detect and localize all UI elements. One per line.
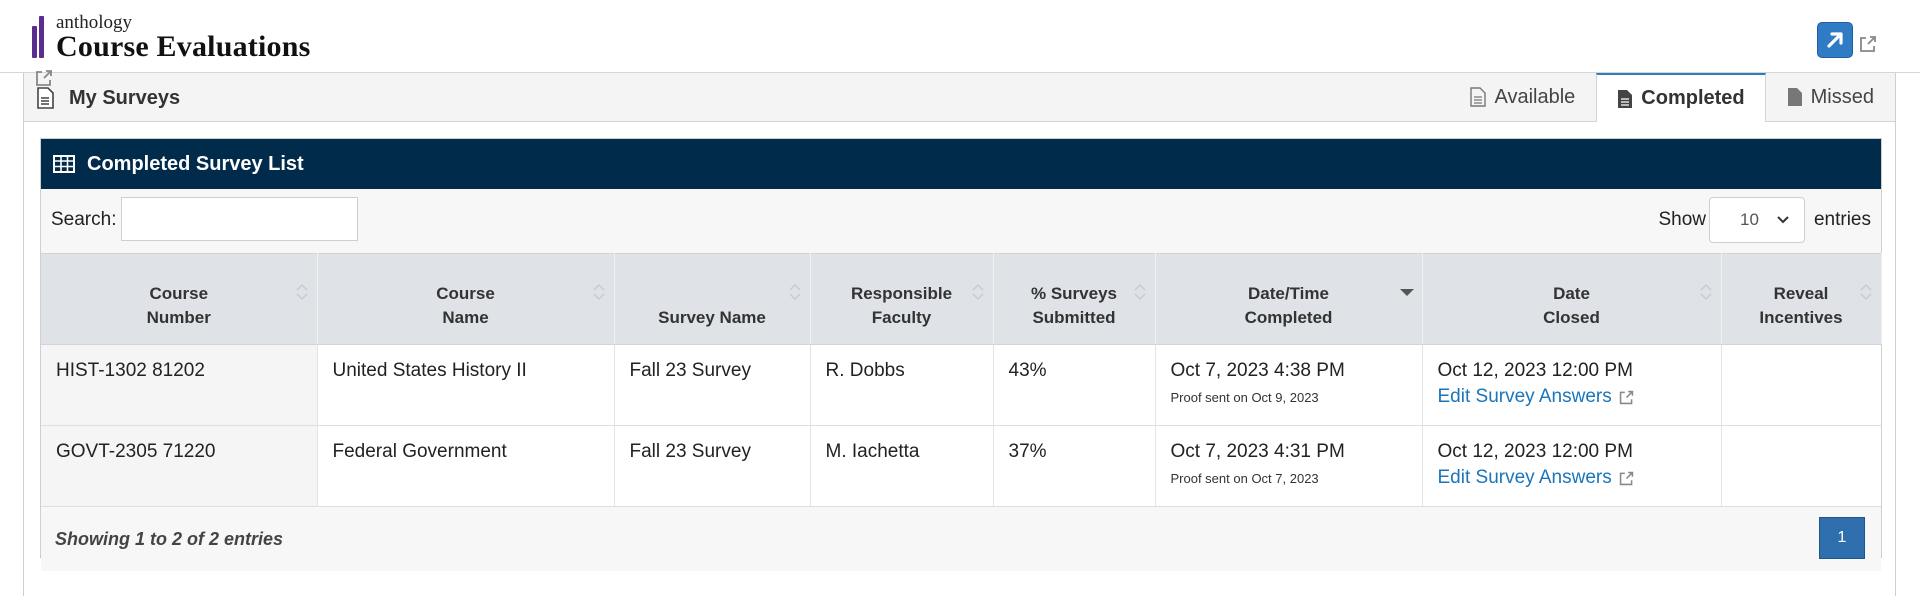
cell-percent: 43% xyxy=(993,344,1156,426)
document-solid-icon xyxy=(1787,88,1802,106)
tab-available[interactable]: Available xyxy=(1449,73,1596,121)
entries-label: entries xyxy=(1813,209,1871,230)
pagination-page-1[interactable]: 1 xyxy=(1819,517,1865,559)
cell-faculty: M. Iachetta xyxy=(810,425,994,507)
tab-completed-label: Completed xyxy=(1641,87,1745,109)
table-row: HIST-1302 81202 United States History II… xyxy=(41,344,1881,426)
cell-date-closed: Oct 12, 2023 12:00 PM Edit Survey Answer… xyxy=(1422,344,1722,426)
col-course-name[interactable]: Course Name xyxy=(317,253,615,345)
table-controls: Search: Show 10 entries xyxy=(41,189,1881,253)
table-row: GOVT-2305 71220 Federal Government Fall … xyxy=(41,425,1881,507)
col-date-completed[interactable]: Date/Time Completed xyxy=(1155,253,1423,345)
cell-date-completed: Oct 7, 2023 4:31 PM Proof sent on Oct 7,… xyxy=(1155,425,1423,507)
survey-tabs: Available Completed Missed xyxy=(1449,73,1895,122)
col-date-closed[interactable]: Date Closed xyxy=(1422,253,1722,345)
expand-button[interactable] xyxy=(1817,22,1853,58)
completed-datetime: Oct 7, 2023 4:31 PM xyxy=(1170,441,1345,462)
cell-date-completed: Oct 7, 2023 4:38 PM Proof sent on Oct 9,… xyxy=(1155,344,1423,426)
panel-header: My Surveys Available Completed Missed xyxy=(24,73,1895,122)
table-icon xyxy=(53,155,75,173)
external-link-icon[interactable] xyxy=(1858,34,1878,54)
cell-reveal-incentives xyxy=(1721,344,1881,426)
sort-icon xyxy=(1133,283,1146,301)
proof-sent-note: Proof sent on Oct 7, 2023 xyxy=(1170,471,1319,486)
external-link-icon[interactable] xyxy=(34,68,54,88)
tab-missed-label: Missed xyxy=(1810,85,1874,108)
entries-summary: Showing 1 to 2 of 2 entries xyxy=(55,529,284,549)
external-link-icon xyxy=(1619,471,1633,485)
cell-course-name: United States History II xyxy=(317,344,615,426)
cell-course-number: GOVT-2305 71220 xyxy=(41,425,318,507)
sort-icon xyxy=(1859,283,1872,301)
col-reveal-incentives[interactable]: Reveal Incentives xyxy=(1721,253,1882,345)
col-course-number[interactable]: Course Number xyxy=(41,253,318,345)
completed-survey-card: Completed Survey List Search: Show 10 en… xyxy=(40,138,1882,571)
document-icon xyxy=(37,87,54,109)
cell-percent: 37% xyxy=(993,425,1156,507)
tab-completed[interactable]: Completed xyxy=(1596,73,1766,122)
show-label: Show xyxy=(1658,209,1706,230)
card-title: Completed Survey List xyxy=(87,152,304,175)
search-input[interactable] xyxy=(121,197,358,241)
arrow-up-right-icon xyxy=(1827,32,1843,48)
sort-icon xyxy=(788,283,801,301)
survey-table: Course Number Course Name Survey Name Resp… xyxy=(41,253,1882,507)
document-solid-icon xyxy=(1618,89,1633,108)
sort-icon xyxy=(1699,283,1712,301)
sort-icon xyxy=(971,283,984,301)
sort-icon xyxy=(295,283,308,301)
col-survey-name[interactable]: Survey Name xyxy=(614,253,811,345)
proof-sent-note: Proof sent on Oct 9, 2023 xyxy=(1170,390,1319,405)
table-footer: Showing 1 to 2 of 2 entries 1 xyxy=(41,507,1881,571)
table-header-row: Course Number Course Name Survey Name Resp… xyxy=(41,253,1882,345)
closed-datetime: Oct 12, 2023 12:00 PM xyxy=(1437,441,1633,462)
chevron-down-icon xyxy=(1777,216,1789,224)
edit-survey-answers-link[interactable]: Edit Survey Answers xyxy=(1438,467,1635,489)
tab-missed[interactable]: Missed xyxy=(1766,73,1895,121)
search-label: Search: xyxy=(51,209,117,230)
closed-datetime: Oct 12, 2023 12:00 PM xyxy=(1437,360,1633,381)
sort-icon xyxy=(592,283,605,301)
col-percent-submitted[interactable]: % Surveys Submitted xyxy=(993,253,1156,345)
external-link-icon xyxy=(1619,390,1633,404)
page-size-select[interactable]: 10 xyxy=(1709,197,1805,243)
cell-survey-name: Fall 23 Survey xyxy=(614,425,811,507)
brand-product: Course Evaluations xyxy=(56,30,311,63)
top-bar: anthology Course Evaluations xyxy=(0,0,1920,73)
logo-bars-icon xyxy=(32,16,46,58)
cell-date-closed: Oct 12, 2023 12:00 PM Edit Survey Answer… xyxy=(1422,425,1722,507)
card-header: Completed Survey List xyxy=(41,139,1881,189)
my-surveys-panel: My Surveys Available Completed Missed Co… xyxy=(23,73,1896,596)
sort-desc-icon xyxy=(1399,289,1414,296)
col-responsible-faculty[interactable]: Responsible Faculty xyxy=(810,253,994,345)
document-outline-icon xyxy=(1470,87,1487,107)
tab-available-label: Available xyxy=(1494,85,1576,108)
page-size-value: 10 xyxy=(1740,210,1759,229)
cell-faculty: R. Dobbs xyxy=(810,344,994,426)
cell-course-number: HIST-1302 81202 xyxy=(41,344,318,426)
cell-reveal-incentives xyxy=(1721,425,1881,507)
completed-datetime: Oct 7, 2023 4:38 PM xyxy=(1170,360,1345,381)
cell-course-name: Federal Government xyxy=(317,425,615,507)
panel-title: My Surveys xyxy=(69,87,181,109)
cell-survey-name: Fall 23 Survey xyxy=(614,344,811,426)
edit-survey-answers-link[interactable]: Edit Survey Answers xyxy=(1438,386,1635,408)
